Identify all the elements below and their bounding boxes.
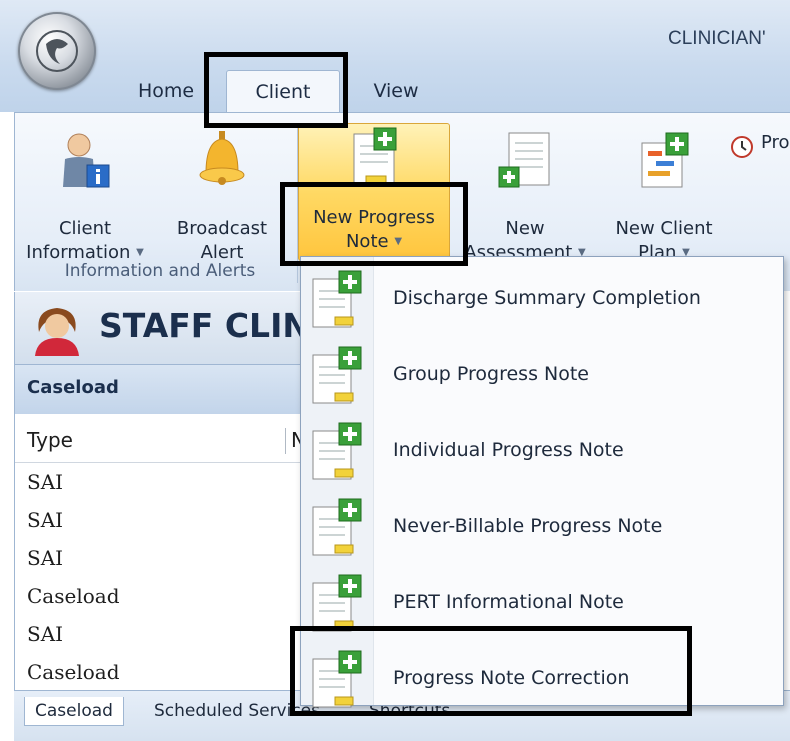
- client-info-icon: [55, 129, 115, 200]
- menu-item-label: PERT Informational Note: [393, 591, 624, 613]
- new-assessment-button[interactable]: New Assessment ▼: [455, 129, 595, 263]
- highlight-box-progress-note-correction: [290, 626, 692, 716]
- group-label-information-alerts: Information and Alerts: [64, 261, 256, 281]
- client-information-label-1: Client: [58, 218, 112, 239]
- staff-header: STAFF CLIN: [14, 292, 310, 364]
- column-divider[interactable]: [285, 428, 286, 454]
- caseload-title: Caseload: [27, 377, 119, 398]
- progress-note-icon: [305, 343, 369, 412]
- table-row[interactable]: SAI: [27, 470, 63, 494]
- app-orb-button[interactable]: [18, 12, 96, 90]
- caseload-grid: Type N SAI SAI SAI Caseload SAI Caseload: [14, 414, 306, 690]
- table-row[interactable]: SAI: [27, 546, 63, 570]
- pro-button[interactable]: Pro: [721, 131, 790, 161]
- highlight-box-client-tab: [204, 52, 348, 128]
- table-row[interactable]: Caseload: [27, 584, 120, 608]
- table-row[interactable]: SAI: [27, 622, 63, 646]
- progress-note-icon: [305, 495, 369, 564]
- highlight-box-new-progress-note: [280, 182, 468, 266]
- clock-icon: [729, 133, 755, 166]
- grid-column-header: Type N: [15, 422, 306, 463]
- progress-note-icon: [305, 419, 369, 488]
- new-assessment-label-1: New: [505, 218, 545, 239]
- menu-item-label: Never-Billable Progress Note: [393, 515, 663, 537]
- menu-item-label: Individual Progress Note: [393, 439, 624, 461]
- tab-view[interactable]: View: [356, 70, 436, 112]
- menu-item-label: Discharge Summary Completion: [393, 287, 701, 309]
- menu-item-group-progress-note[interactable]: Group Progress Note: [301, 337, 783, 413]
- broadcast-alert-button[interactable]: Broadcast Alert: [163, 129, 281, 263]
- menu-item-discharge-summary-completion[interactable]: Discharge Summary Completion: [301, 261, 783, 337]
- staff-name: STAFF CLIN: [99, 306, 310, 345]
- avatar: [29, 304, 85, 363]
- caseload-header: Caseload: [14, 364, 305, 415]
- new-client-plan-button[interactable]: New Client Plan ▼: [599, 129, 729, 263]
- table-row[interactable]: SAI: [27, 508, 63, 532]
- app-title: CLINICIAN': [668, 28, 766, 49]
- chevron-down-icon: ▼: [136, 247, 144, 258]
- menu-item-never-billable-progress-note[interactable]: Never-Billable Progress Note: [301, 489, 783, 565]
- tab-home[interactable]: Home: [126, 70, 206, 112]
- menu-item-label: Group Progress Note: [393, 363, 589, 385]
- client-information-label-2: Information: [26, 242, 131, 263]
- app-logo-icon: [36, 30, 78, 72]
- assessment-icon: [495, 129, 555, 200]
- progress-note-icon: [305, 267, 369, 336]
- table-row[interactable]: Caseload: [27, 660, 120, 684]
- bell-icon: [192, 129, 252, 200]
- menu-item-individual-progress-note[interactable]: Individual Progress Note: [301, 413, 783, 489]
- client-plan-icon: [634, 129, 694, 200]
- column-header-type[interactable]: Type: [27, 428, 73, 452]
- pro-label: Pro: [761, 132, 790, 153]
- title-bar: CLINICIAN' Home Client View: [0, 0, 790, 115]
- broadcast-label-1: Broadcast: [176, 218, 268, 239]
- client-information-button[interactable]: Client Information ▼: [15, 129, 155, 263]
- new-client-plan-label-1: New Client: [615, 218, 713, 239]
- bottom-tab-caseload[interactable]: Caseload: [24, 697, 124, 726]
